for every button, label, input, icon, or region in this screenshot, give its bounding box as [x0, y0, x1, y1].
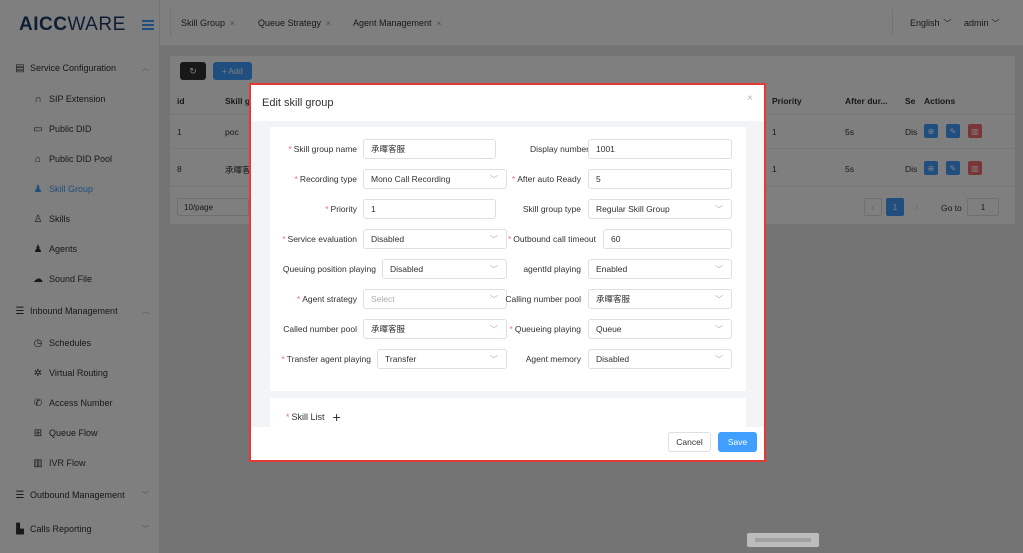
- skill-list-section: * Skill List +: [270, 398, 746, 427]
- add-skill-icon[interactable]: +: [333, 410, 341, 424]
- cancel-button[interactable]: Cancel: [668, 432, 711, 452]
- blurred-overlay-chip: [747, 533, 819, 547]
- chevron-down-icon: ﹀: [715, 325, 723, 334]
- close-icon[interactable]: ×: [747, 93, 753, 104]
- priority-input[interactable]: 1: [363, 199, 496, 219]
- recording-type-select[interactable]: Mono Call Recording ﹀: [363, 169, 507, 189]
- transfer-agent-playing-select[interactable]: Transfer ﹀: [377, 349, 507, 369]
- agentid-playing-label: agentId playing: [523, 264, 581, 274]
- dialog-body: * Skill group name 承暉客服 Display number 1001 *…: [251, 121, 764, 427]
- chevron-down-icon: ﹀: [490, 355, 498, 364]
- chevron-down-icon: ﹀: [490, 325, 498, 334]
- outbound-call-timeout-label: * Outbound call timeout: [507, 234, 596, 244]
- skill-group-name-label: * Skill group name: [288, 144, 357, 154]
- chevron-down-icon: ﹀: [715, 265, 723, 274]
- agent-strategy-select[interactable]: Select ﹀: [363, 289, 507, 309]
- transfer-agent-playing-label: * Transfer agent playing: [281, 354, 371, 364]
- skill-group-form: * Skill group name 承暉客服 Display number 1001 *…: [270, 127, 746, 391]
- priority-label: * Priority: [325, 204, 357, 214]
- queueing-playing-select[interactable]: Queue ﹀: [588, 319, 732, 339]
- service-evaluation-label: * Service evaluation: [282, 234, 357, 244]
- called-number-pool-select[interactable]: 承暉客服 ﹀: [363, 319, 507, 339]
- chevron-down-icon: ﹀: [490, 235, 498, 244]
- skill-group-type-label: Skill group type: [522, 204, 581, 214]
- skill-list-label: * Skill List +: [286, 409, 341, 425]
- chevron-down-icon: ﹀: [715, 295, 723, 304]
- after-auto-ready-input[interactable]: 5: [588, 169, 732, 189]
- service-evaluation-select[interactable]: Disabled ﹀: [363, 229, 507, 249]
- queueing-playing-label: * Queueing playing: [509, 324, 581, 334]
- agentid-playing-select[interactable]: Enabled ﹀: [588, 259, 732, 279]
- queuing-position-playing-select[interactable]: Disabled ﹀: [382, 259, 507, 279]
- display-number-label: Display number: [529, 144, 589, 154]
- chevron-down-icon: ﹀: [490, 295, 498, 304]
- calling-number-pool-select[interactable]: 承暉客服 ﹀: [588, 289, 732, 309]
- outbound-call-timeout-input[interactable]: 60: [603, 229, 732, 249]
- chevron-down-icon: ﹀: [490, 265, 498, 274]
- display-number-input[interactable]: 1001: [588, 139, 732, 159]
- edit-skill-group-dialog: Edit skill group × * Skill group name 承暉客服…: [249, 83, 766, 462]
- chevron-down-icon: ﹀: [715, 205, 723, 214]
- dialog-title: Edit skill group: [262, 97, 334, 109]
- recording-type-label: * Recording type: [294, 174, 357, 184]
- save-button[interactable]: Save: [718, 432, 757, 452]
- calling-number-pool-label: Calling number pool: [505, 294, 581, 304]
- agent-memory-label: Agent memory: [525, 354, 581, 364]
- chevron-down-icon: ﹀: [715, 355, 723, 364]
- skill-group-type-select[interactable]: Regular Skill Group ﹀: [588, 199, 732, 219]
- agent-strategy-label: * Agent strategy: [296, 294, 357, 304]
- queuing-position-playing-label: Queuing position playing: [282, 264, 376, 274]
- called-number-pool-label: Called number pool: [283, 324, 357, 334]
- chevron-down-icon: ﹀: [490, 175, 498, 184]
- agent-memory-select[interactable]: Disabled ﹀: [588, 349, 732, 369]
- skill-group-name-input[interactable]: 承暉客服: [363, 139, 496, 159]
- after-auto-ready-label: * After auto Ready: [511, 174, 581, 184]
